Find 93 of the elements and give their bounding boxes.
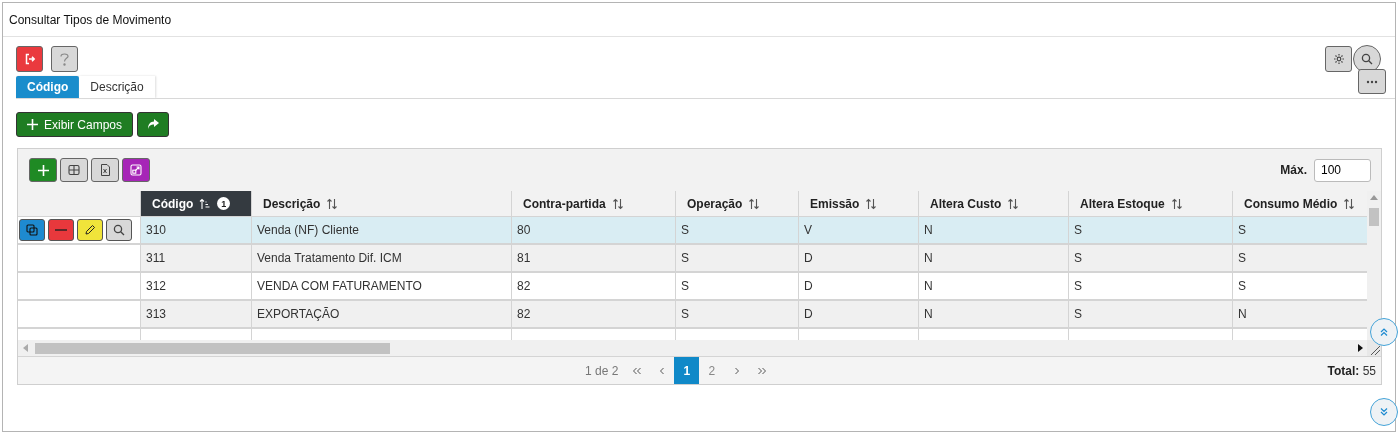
table-row[interactable]: 310 Venda (NF) Cliente 80 S V N S S [18, 217, 1367, 245]
question-mark-icon [60, 52, 69, 66]
copy-icon [26, 224, 38, 236]
column-header[interactable]: Consumo Médio [1233, 191, 1367, 217]
view-button[interactable] [106, 219, 132, 241]
table-cell: V [799, 217, 919, 245]
table-cell: 81 [512, 245, 676, 273]
share-arrow-icon [147, 119, 160, 130]
resize-grip-icon[interactable] [1367, 340, 1381, 356]
max-label: Máx. [1280, 163, 1307, 177]
tab[interactable]: Descrição [79, 76, 155, 98]
help-button[interactable] [51, 46, 78, 72]
plus-icon [37, 164, 49, 176]
sort-icon [611, 197, 624, 210]
double-right-chevron-icon [756, 366, 767, 375]
table-icon [68, 164, 80, 176]
show-fields-button[interactable]: Exibir Campos [16, 112, 134, 137]
copy-button[interactable] [19, 219, 45, 241]
double-down-chevron-icon [1379, 407, 1389, 417]
table-cell: S [1069, 301, 1233, 329]
sort-icon [326, 197, 339, 210]
plus-icon [27, 119, 38, 130]
table-cell: N [919, 245, 1069, 273]
table-cell: S [1069, 217, 1233, 245]
table-row[interactable]: 311 Venda Tratamento Dif. ICM 81 S D N S S [18, 245, 1367, 273]
exit-button[interactable] [16, 46, 43, 72]
search-icon [113, 224, 125, 236]
delete-button[interactable] [48, 219, 74, 241]
column-header[interactable]: Descrição [252, 191, 512, 217]
column-header[interactable]: Emissão [799, 191, 919, 217]
table-row[interactable]: 313 EXPORTAÇÃO 82 S D N S N [18, 301, 1367, 329]
scroll-right-arrow-icon[interactable] [1358, 344, 1363, 352]
edit-button[interactable] [77, 219, 103, 241]
table-cell: 313 [141, 301, 252, 329]
column-header[interactable]: Altera Custo [919, 191, 1069, 217]
total-count: Total: 55 [1327, 363, 1376, 378]
exit-icon [23, 53, 36, 65]
table-cell: EXPORTAÇÃO [252, 301, 512, 329]
table-cell: S [676, 301, 799, 329]
table-cell: S [1069, 245, 1233, 273]
tab[interactable]: Código [16, 76, 80, 98]
column-header[interactable]: Código 1 [141, 191, 252, 217]
more-icon [1366, 79, 1378, 84]
sort-ascending-icon [199, 197, 212, 210]
share-button[interactable] [137, 112, 170, 137]
table-cell: 80 [512, 217, 676, 245]
pencil-icon [84, 224, 96, 236]
table-cell: N [919, 301, 1069, 329]
table-cell: Venda (NF) Cliente [252, 217, 512, 245]
table-cell: 82 [512, 301, 676, 329]
table-cell: S [1233, 245, 1367, 273]
column-header[interactable]: Altera Estoque [1069, 191, 1233, 217]
left-chevron-icon [658, 366, 665, 375]
table-cell: S [676, 217, 799, 245]
expand-icon [130, 164, 142, 176]
table-cell: N [919, 217, 1069, 245]
scroll-down-button[interactable] [1370, 398, 1398, 426]
add-button[interactable] [29, 158, 57, 182]
excel-button[interactable] [91, 158, 119, 182]
grid-button[interactable] [60, 158, 88, 182]
sort-order-badge: 1 [217, 197, 231, 210]
scrollbar-thumb[interactable] [35, 343, 390, 354]
page-button[interactable]: 1 [674, 357, 700, 384]
table-cell: 310 [141, 217, 252, 245]
scrollbar-thumb[interactable] [1369, 208, 1379, 226]
sort-icon [1343, 197, 1356, 210]
minus-icon [55, 229, 67, 231]
table-cell: D [799, 301, 919, 329]
search-icon [1361, 53, 1373, 65]
double-up-chevron-icon [1379, 327, 1389, 337]
table-cell: N [1233, 301, 1367, 329]
table-cell: 311 [141, 245, 252, 273]
scroll-up-arrow-icon[interactable] [1370, 195, 1378, 200]
right-chevron-icon [733, 366, 740, 375]
sort-icon [1007, 197, 1020, 210]
page-summary: 1 de 2 [585, 363, 619, 378]
sort-icon [748, 197, 761, 210]
table-cell: D [799, 245, 919, 273]
table-cell: S [676, 245, 799, 273]
double-left-chevron-icon [631, 366, 642, 375]
settings-button[interactable] [1325, 46, 1352, 72]
table-cell: S [1233, 217, 1367, 245]
sort-icon [1170, 197, 1183, 210]
column-header[interactable]: Operação [676, 191, 799, 217]
max-field[interactable]: 100 [1314, 158, 1371, 182]
expand-button[interactable] [122, 158, 150, 182]
window-title: Consultar Tipos de Movimento [3, 3, 1395, 37]
sort-icon [865, 197, 878, 210]
more-button[interactable] [1358, 69, 1386, 94]
spreadsheet-icon [99, 164, 111, 176]
table-cell: Venda Tratamento Dif. ICM [252, 245, 512, 273]
column-header[interactable]: Contra-partida [512, 191, 676, 217]
settings-icon [1332, 53, 1345, 65]
